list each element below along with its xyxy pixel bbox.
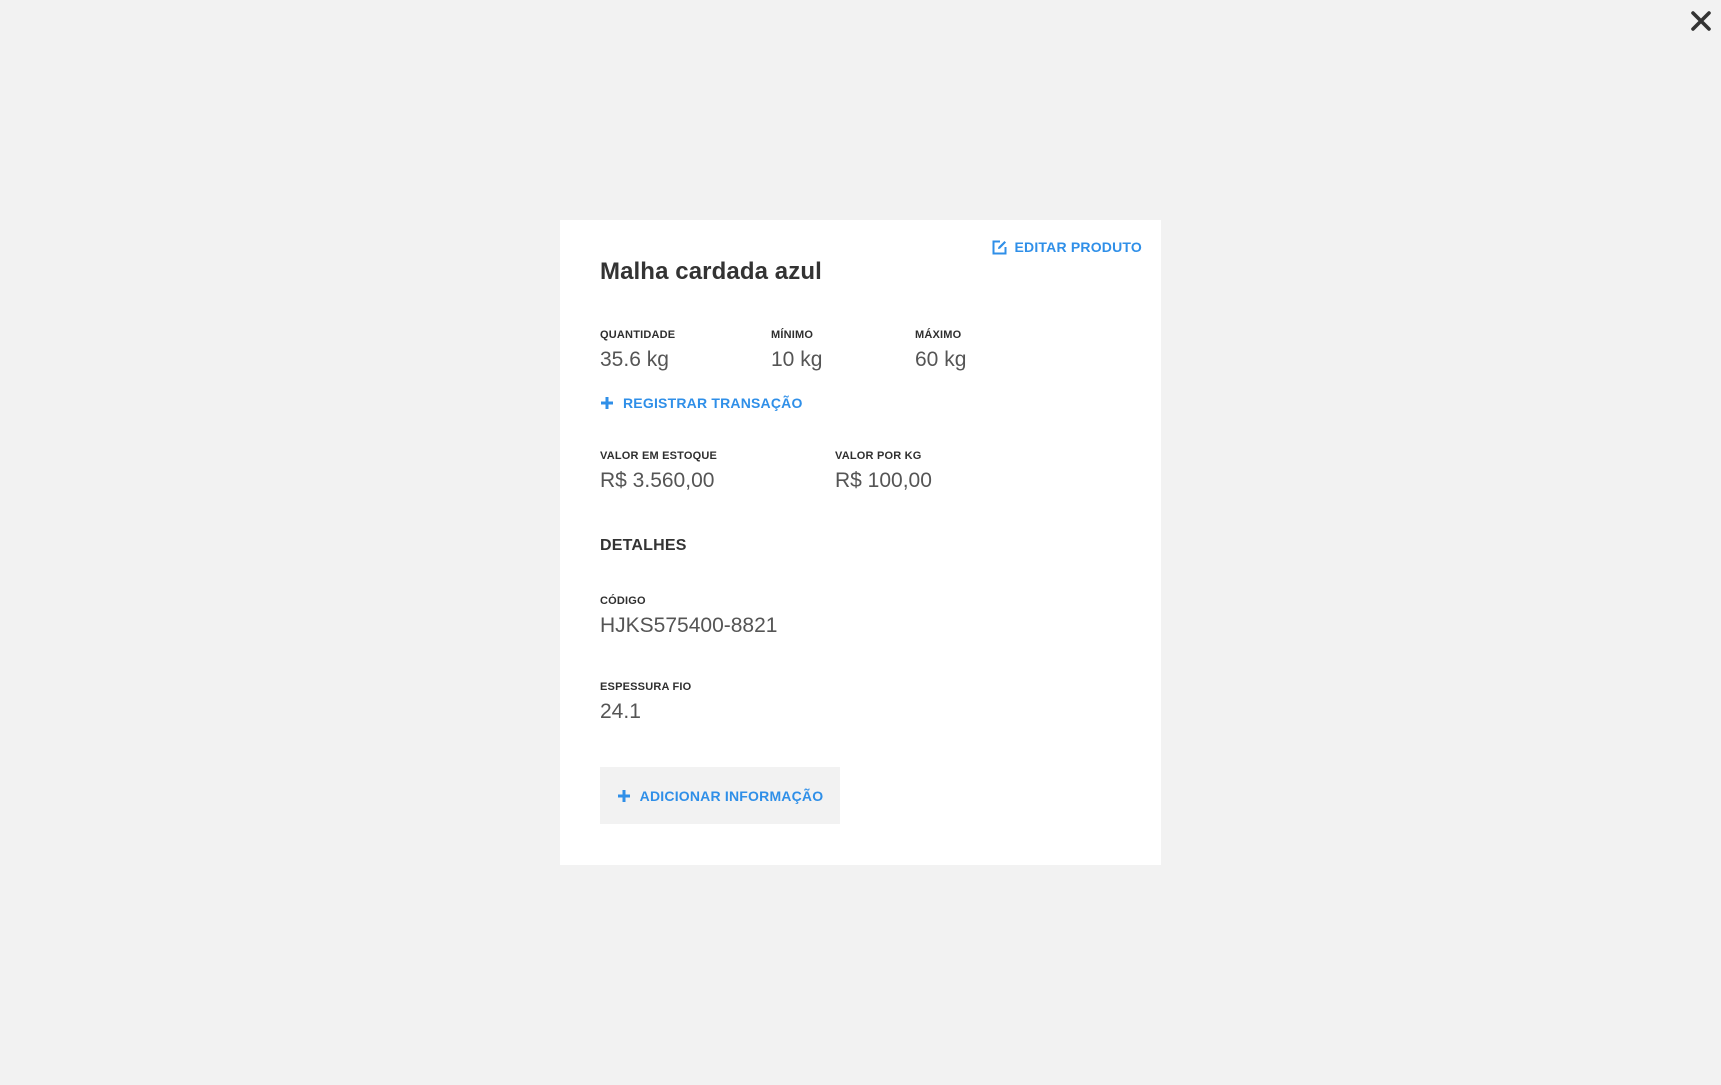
quantity-label: QUANTIDADE [600,329,676,341]
register-transaction-button[interactable]: REGISTRAR TRANSAÇÃO [600,395,803,411]
register-transaction-label: REGISTRAR TRANSAÇÃO [623,395,803,411]
code-value: HJKS575400-8821 [600,614,778,637]
quantity-value: 35.6 kg [600,348,669,371]
thread-thickness-field: ESPESSURA FIO 24.1 [600,680,691,725]
price-per-kg-value: R$ 100,00 [835,469,932,492]
product-title: Malha cardada azul [600,258,822,285]
close-button[interactable] [1688,8,1714,34]
stock-value-label: VALOR EM ESTOQUE [600,450,718,462]
maximum-value: 60 kg [915,348,967,371]
minimum-value: 10 kg [771,348,823,371]
edit-product-label: EDITAR PRODUTO [1014,239,1142,255]
code-field: CÓDIGO HJKS575400-8821 [600,594,777,639]
edit-product-button[interactable]: EDITAR PRODUTO [992,239,1142,255]
quantity-field: QUANTIDADE 35.6 kg [600,328,675,373]
stock-value-field: VALOR EM ESTOQUE R$ 3.560,00 [600,449,717,494]
maximum-label: MÁXIMO [915,329,962,341]
minimum-label: MÍNIMO [771,329,814,341]
add-information-button[interactable]: ADICIONAR INFORMAÇÃO [600,767,840,824]
plus-icon [617,789,630,802]
add-information-label: ADICIONAR INFORMAÇÃO [639,787,824,804]
thread-thickness-value: 24.1 [600,700,641,723]
maximum-field: MÁXIMO 60 kg [915,328,966,373]
details-section-title: DETALHES [600,537,687,554]
plus-icon [601,397,613,409]
price-per-kg-field: VALOR POR KG R$ 100,00 [835,449,932,494]
close-icon [1691,11,1711,31]
price-per-kg-label: VALOR POR KG [835,450,922,462]
thread-thickness-label: ESPESSURA FIO [600,681,692,693]
code-label: CÓDIGO [600,595,646,607]
edit-icon [992,240,1007,254]
stock-value: R$ 3.560,00 [600,469,715,492]
minimum-field: MÍNIMO 10 kg [771,328,822,373]
product-detail-modal: EDITAR PRODUTO Malha cardada azul QUANTI… [560,220,1161,865]
